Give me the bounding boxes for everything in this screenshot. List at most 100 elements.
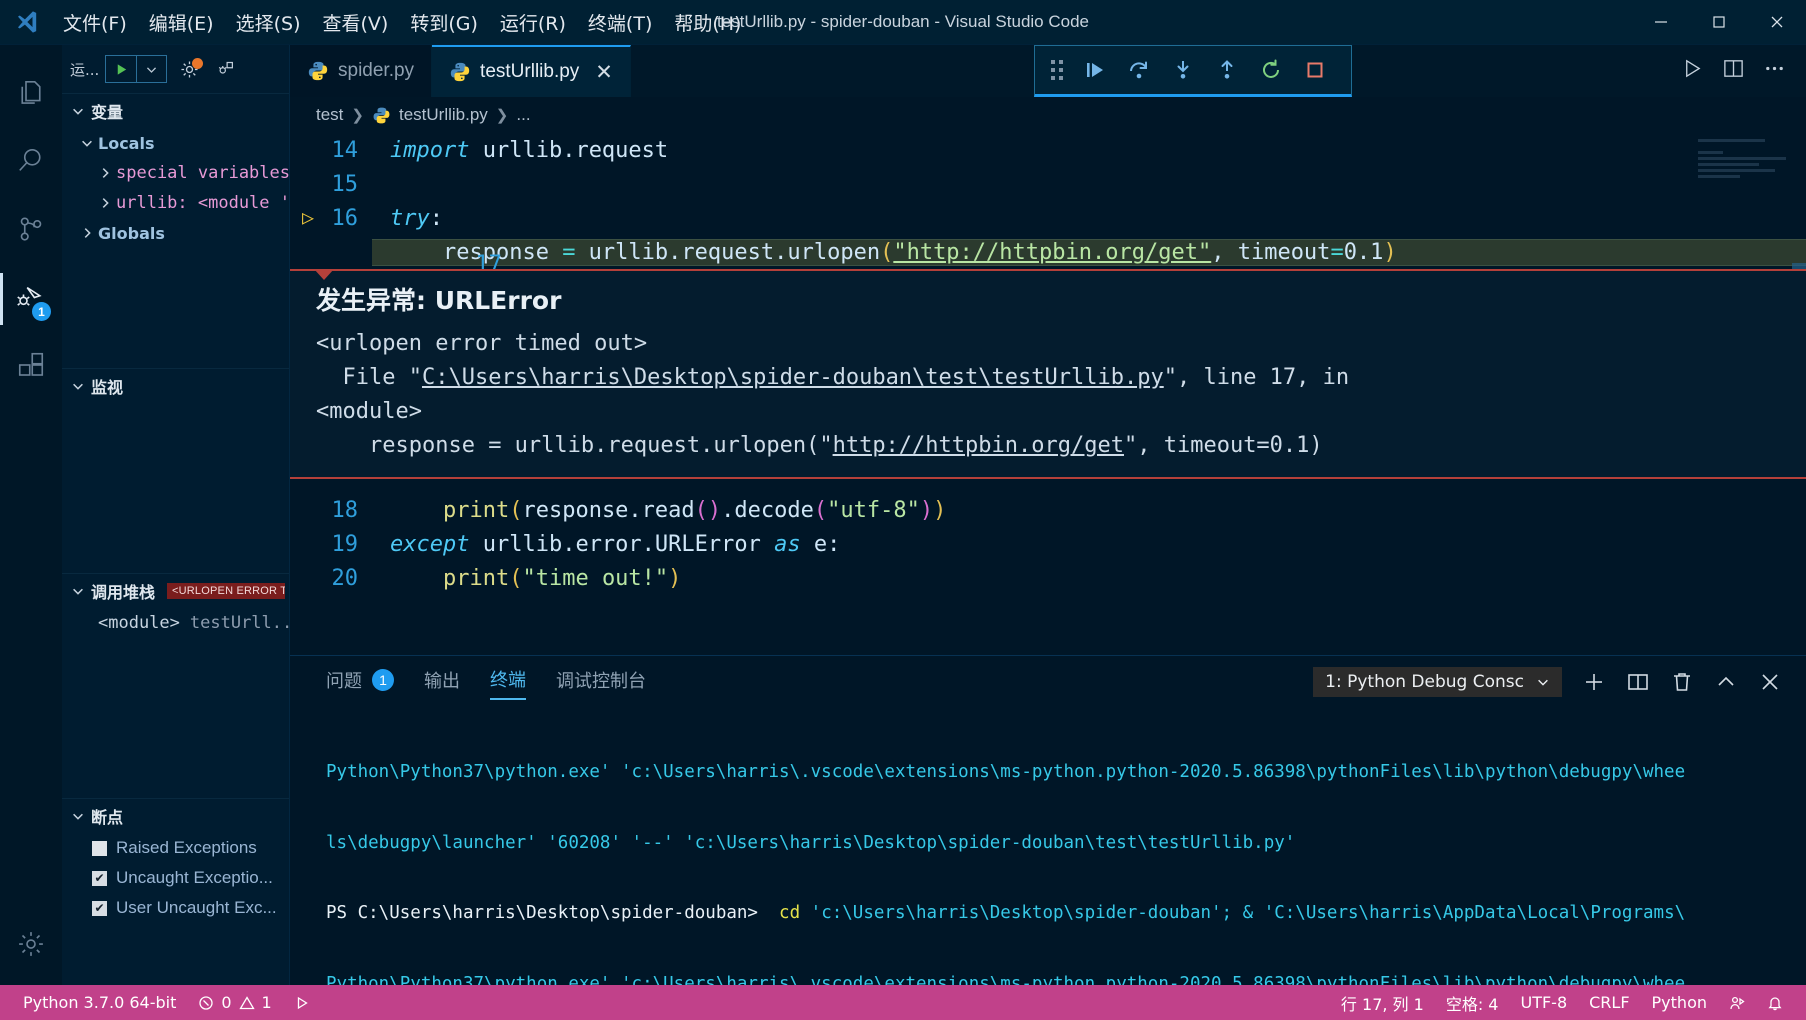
drag-handle-icon[interactable]	[1051, 60, 1063, 80]
checkbox-unchecked-icon[interactable]	[92, 840, 107, 856]
code-line-14[interactable]: 14 import urllib.request	[290, 133, 1806, 167]
terminal-selector[interactable]: 1: Python Debug Consc	[1313, 667, 1562, 697]
breadcrumb-more[interactable]: ...	[516, 105, 530, 125]
plus-icon[interactable]	[1582, 670, 1606, 694]
breadcrumb[interactable]: test ❯ testUrllib.py ❯ ...	[290, 97, 1806, 133]
breakpoint-raised-exceptions[interactable]: Raised Exceptions	[62, 833, 289, 863]
variables-scope-locals[interactable]: Locals	[62, 128, 289, 158]
status-python-interpreter[interactable]: Python 3.7.0 64-bit	[12, 985, 187, 1020]
status-indentation[interactable]: 空格: 4	[1435, 985, 1510, 1020]
panel-tab-debug-console[interactable]: 调试控制台	[556, 664, 646, 700]
status-language-mode[interactable]: Python	[1641, 985, 1718, 1020]
status-editor-position[interactable]: 行 17, 列 1	[1330, 985, 1435, 1020]
activity-bar[interactable]: 1	[0, 45, 62, 985]
variables-scope-globals[interactable]: Globals	[62, 218, 289, 248]
menu-go[interactable]: 转到(G)	[399, 5, 489, 40]
watch-header[interactable]: 监视	[62, 369, 289, 403]
maximize-button[interactable]	[1690, 0, 1748, 45]
menu-file[interactable]: 文件(F)	[52, 5, 138, 40]
checkbox-checked-icon[interactable]: ✔	[92, 870, 107, 886]
status-notifications[interactable]	[1756, 985, 1794, 1020]
panel-actions[interactable]: 1: Python Debug Consc	[1313, 667, 1806, 697]
panel-tab-problems[interactable]: 问题 1	[326, 664, 394, 700]
activity-source-control[interactable]	[0, 197, 62, 265]
panel-tab-output[interactable]: 输出	[424, 664, 460, 700]
menu-run[interactable]: 运行(R)	[489, 5, 577, 40]
callstack-frame[interactable]: <module> testUrll...	[62, 608, 289, 638]
variables-header[interactable]: 变量	[62, 94, 289, 128]
activity-manage-settings[interactable]	[0, 917, 62, 985]
chevron-down-icon[interactable]	[136, 56, 166, 82]
variable-label: urllib: <module '…	[116, 193, 289, 213]
code-line-18[interactable]: 18 print(response.read().decode("utf-8")…	[290, 493, 1806, 527]
run-python-file-icon[interactable]	[1681, 57, 1704, 85]
breakpoint-uncaught-exceptions[interactable]: ✔ Uncaught Exceptio...	[62, 863, 289, 893]
start-debugging-icon[interactable]	[106, 56, 136, 82]
trash-icon[interactable]	[1670, 670, 1694, 694]
menu-bar[interactable]: 文件(F) 编辑(E) 选择(S) 查看(V) 转到(G) 运行(R) 终端(T…	[52, 5, 752, 40]
code-line-17[interactable]: ▷ 17 response = urllib.request.urlopen("…	[290, 205, 1806, 277]
stop-icon[interactable]	[1301, 56, 1329, 84]
chevron-up-icon[interactable]	[1714, 670, 1738, 694]
activity-explorer[interactable]	[0, 61, 62, 129]
breadcrumb-folder[interactable]: test	[316, 105, 343, 125]
continue-icon[interactable]	[1081, 56, 1109, 84]
callstack-header[interactable]: 调用堆栈 <URLOPEN ERROR TIM	[62, 574, 289, 608]
minimize-button[interactable]	[1632, 0, 1690, 45]
split-icon[interactable]	[1626, 670, 1650, 694]
terminal-output[interactable]: Python\Python37\python.exe' 'c:\Users\ha…	[290, 708, 1806, 985]
code-line-16[interactable]: 16 try:	[290, 201, 1806, 235]
menu-terminal[interactable]: 终端(T)	[577, 5, 663, 40]
editor-actions[interactable]	[1661, 45, 1806, 97]
menu-selection[interactable]: 选择(S)	[225, 5, 312, 40]
exception-message: <urlopen error timed out>	[316, 331, 648, 356]
status-feedback[interactable]	[1718, 985, 1756, 1020]
exception-trace-path-link[interactable]: C:\Users\harris\Desktop\spider-douban\te…	[422, 365, 1164, 390]
debug-toolbar[interactable]	[1034, 45, 1352, 97]
code-line-20[interactable]: 20 print("time out!")	[290, 561, 1806, 595]
status-encoding[interactable]: UTF-8	[1509, 985, 1578, 1020]
start-debugging-group[interactable]	[105, 55, 168, 83]
code-editor[interactable]: 14 import urllib.request 15 16 try: ▷ 17…	[290, 133, 1806, 655]
activity-search[interactable]	[0, 129, 62, 197]
close-tab-icon[interactable]: ✕	[595, 62, 613, 83]
activity-extensions[interactable]	[0, 333, 62, 401]
step-out-icon[interactable]	[1213, 56, 1241, 84]
status-run-python[interactable]	[283, 985, 321, 1020]
breakpoints-header[interactable]: 断点	[62, 799, 289, 833]
panel-tab-terminal[interactable]: 终端	[490, 664, 526, 700]
split-editor-icon[interactable]	[1722, 57, 1745, 85]
checkbox-checked-icon[interactable]: ✔	[92, 900, 107, 916]
tab-label: testUrllib.py	[480, 61, 580, 82]
step-over-icon[interactable]	[1125, 56, 1153, 84]
code-line-19[interactable]: 19 except urllib.error.URLError as e:	[290, 527, 1806, 561]
step-into-icon[interactable]	[1169, 56, 1197, 84]
menu-help[interactable]: 帮助(H)	[663, 5, 752, 40]
variable-urllib[interactable]: urllib: <module '…	[62, 188, 289, 218]
open-launch-json-icon[interactable]	[179, 57, 204, 80]
watch-list[interactable]	[62, 403, 289, 573]
close-icon[interactable]	[1758, 670, 1782, 694]
restart-icon[interactable]	[1257, 56, 1285, 84]
terminal-line: ls\debugpy\launcher' '60208' '--' 'c:\Us…	[326, 832, 1296, 853]
status-problems[interactable]: 0 1	[187, 985, 282, 1020]
menu-edit[interactable]: 编辑(E)	[138, 5, 225, 40]
code-line-15[interactable]: 15	[290, 167, 1806, 201]
tab-testurllib-py[interactable]: testUrllib.py ✕	[432, 45, 631, 97]
window-controls[interactable]	[1632, 0, 1806, 45]
exception-trace-url-link[interactable]: http://httpbin.org/get	[833, 433, 1124, 458]
debug-configure-icon[interactable]	[214, 59, 235, 80]
breadcrumb-file[interactable]: testUrllib.py	[399, 105, 488, 125]
variable-label: special variables	[116, 163, 289, 183]
tab-spider-py[interactable]: spider.py	[290, 45, 433, 97]
variable-special-variables[interactable]: special variables	[62, 158, 289, 188]
breakpoint-user-uncaught-exceptions[interactable]: ✔ User Uncaught Exc...	[62, 893, 289, 923]
ellipsis-icon[interactable]	[1763, 57, 1786, 85]
activity-run-and-debug[interactable]: 1	[0, 265, 62, 333]
exception-trace-file[interactable]: File "C:\Users\harris\Desktop\spider-dou…	[290, 361, 1806, 395]
variables-title: 变量	[91, 103, 124, 122]
status-eol[interactable]: CRLF	[1578, 985, 1640, 1020]
line-number: 14	[331, 137, 359, 163]
menu-view[interactable]: 查看(V)	[312, 5, 400, 40]
close-button[interactable]	[1748, 0, 1806, 45]
